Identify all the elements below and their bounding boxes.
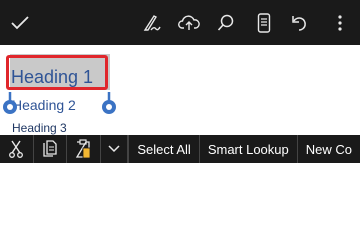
- chevron-down-icon[interactable]: [101, 135, 129, 163]
- cloud-upload-icon[interactable]: [176, 0, 202, 45]
- undo-icon[interactable]: [288, 0, 312, 45]
- search-icon[interactable]: [214, 0, 238, 45]
- context-menu: Select All Smart Lookup New Co: [0, 135, 360, 163]
- checkmark-icon[interactable]: [8, 0, 32, 45]
- document-bottom-area: [0, 163, 360, 203]
- select-all-button[interactable]: Select All: [128, 135, 198, 163]
- selection-end-handle[interactable]: [100, 91, 118, 119]
- mobile-view-icon[interactable]: [252, 0, 276, 45]
- copy-icon[interactable]: [34, 135, 68, 163]
- heading-2-text[interactable]: Heading 2: [12, 97, 76, 113]
- new-comment-button[interactable]: New Co: [296, 135, 360, 163]
- paste-icon[interactable]: [67, 135, 101, 163]
- draw-pen-icon[interactable]: [140, 0, 164, 45]
- top-toolbar: [0, 0, 360, 45]
- heading-3-text[interactable]: Heading 3: [12, 121, 67, 135]
- more-options-icon[interactable]: [330, 0, 350, 45]
- selection-outline: [6, 55, 108, 90]
- smart-lookup-button[interactable]: Smart Lookup: [198, 135, 297, 163]
- document-canvas[interactable]: Heading 1 Heading 2 Heading 3: [0, 45, 360, 135]
- selection-start-handle[interactable]: [1, 91, 19, 119]
- cut-icon[interactable]: [0, 135, 34, 163]
